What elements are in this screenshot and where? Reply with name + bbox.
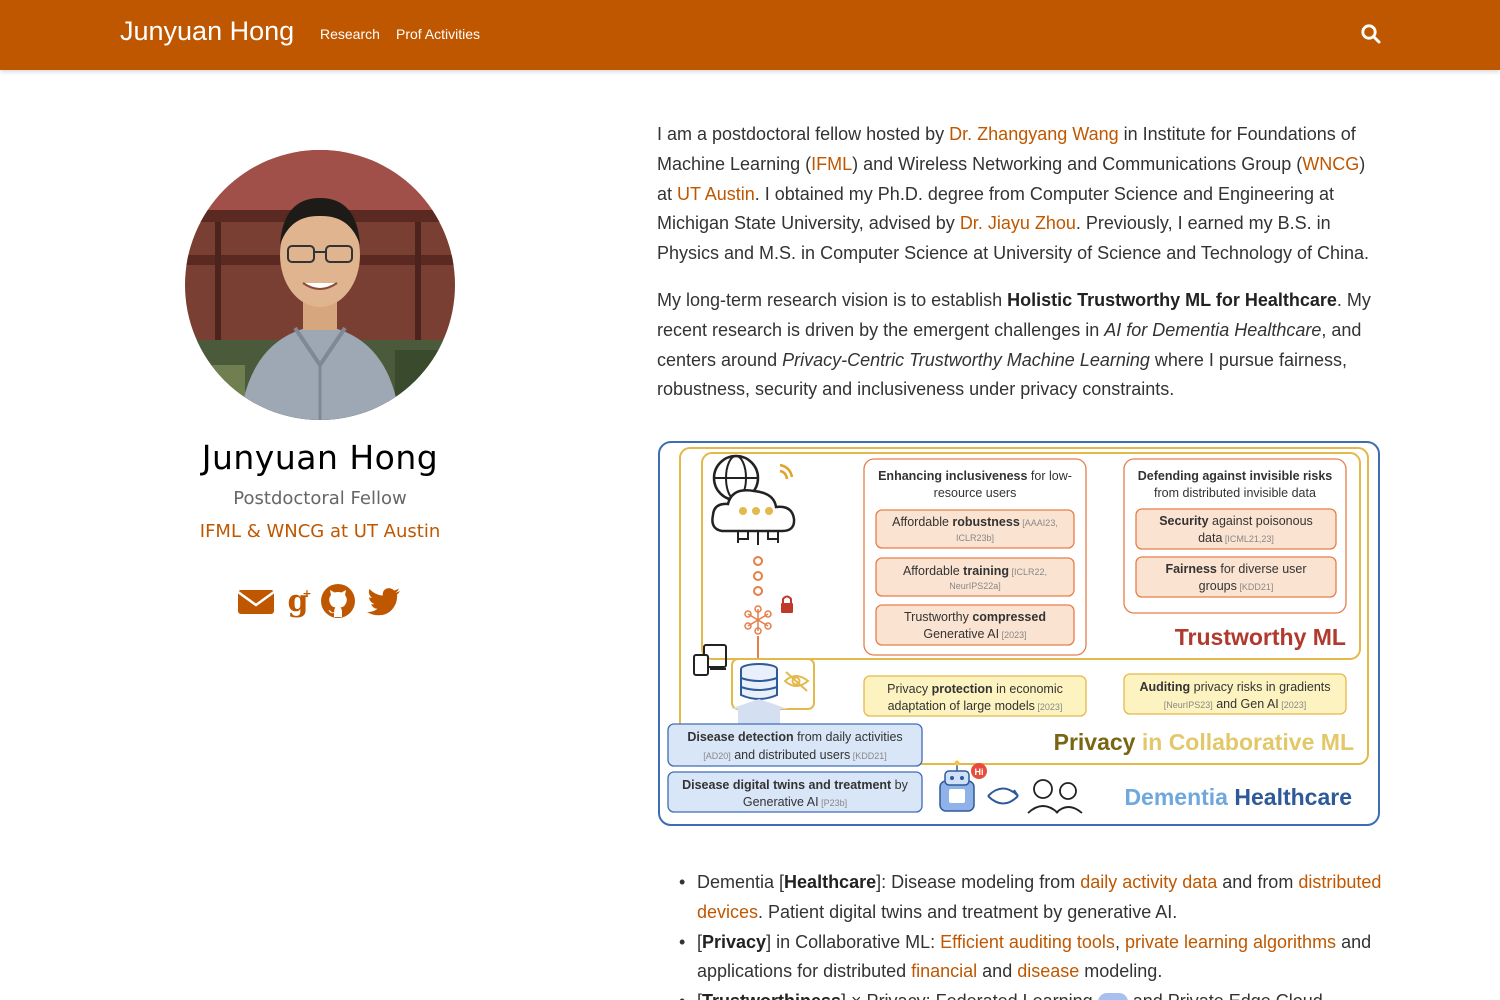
svg-text:Privacy protection in economic: Privacy protection in economic [887, 682, 1063, 696]
list-item: [Privacy] in Collaborative ML: Efficient… [679, 928, 1387, 988]
bio-paragraph-intro: I am a postdoctoral fellow hosted by Dr.… [657, 120, 1382, 269]
profile-role: Postdoctoral Fellow [233, 488, 407, 509]
profile-avatar [185, 150, 455, 420]
auditing-tools-link[interactable]: Efficient auditing tools [940, 932, 1115, 952]
email-link[interactable] [236, 583, 276, 619]
svg-text:Affordable robustness [AAAI23,: Affordable robustness [AAAI23, [892, 515, 1058, 529]
github-icon [321, 584, 355, 618]
twitter-icon [367, 588, 400, 616]
svg-text:Generative AI [P23b]: Generative AI [P23b] [743, 795, 847, 809]
svg-text:Enhancing inclusiveness for lo: Enhancing inclusiveness for low- [878, 469, 1072, 483]
advisor-wang-link[interactable]: Dr. Zhangyang Wang [949, 124, 1118, 144]
svg-text:Disease digital twins and trea: Disease digital twins and treatment by [682, 778, 909, 792]
search-button[interactable] [1360, 23, 1382, 45]
research-bullet-list: Dementia [Healthcare]: Disease modeling … [679, 868, 1387, 1000]
svg-text:Trustworthy ML: Trustworthy ML [1175, 624, 1346, 650]
ifml-link[interactable]: IFML [811, 154, 852, 174]
svg-text:data [ICML21,23]: data [ICML21,23] [1198, 531, 1274, 545]
svg-text:Hi: Hi [975, 767, 984, 777]
svg-text:adaptation of large models [20: adaptation of large models [2023] [888, 699, 1063, 713]
site-brand-link[interactable]: Junyuan Hong [120, 16, 294, 47]
vision-text: My long-term research vision is to estab… [657, 290, 1008, 310]
svg-text:Dementia Healthcare: Dementia Healthcare [1124, 784, 1352, 810]
svg-text:+: + [302, 587, 311, 600]
svg-text:[NeurIPS23] and Gen AI [2023]: [NeurIPS23] and Gen AI [2023] [1164, 697, 1307, 711]
google-scholar-icon: g + [288, 584, 312, 619]
svg-text:from distributed invisible dat: from distributed invisible data [1154, 486, 1316, 500]
github-link[interactable] [320, 583, 356, 619]
profile-name: Junyuan Hong [201, 438, 439, 477]
vision-italic: AI for Dementia Healthcare [1104, 319, 1322, 340]
svg-text:NeurIPS22a]: NeurIPS22a] [949, 581, 1001, 591]
bullet-text: and [977, 961, 1018, 982]
bullet-text: ]: Disease modeling from [876, 872, 1081, 892]
research-overview-figure: Enhancing inclusiveness for low- resourc… [658, 441, 1380, 826]
bullet-text: and from [1217, 872, 1299, 892]
ut-austin-link[interactable]: UT Austin [677, 184, 755, 204]
emoji-badge [1097, 993, 1128, 1000]
svg-text:Disease detection from daily a: Disease detection from daily activities [687, 730, 902, 744]
bio-text: I am a postdoctoral fellow hosted by [657, 124, 950, 144]
bullet-bold: Privacy [702, 931, 767, 952]
advisor-zhou-link[interactable]: Dr. Jiayu Zhou [960, 213, 1076, 233]
vision-italic: Privacy-Centric Trustworthy Machine Lear… [782, 349, 1150, 370]
bullet-text: ] × Privacy: Federated Learning [841, 991, 1098, 1000]
daily-activity-data-link[interactable]: daily activity data [1080, 872, 1217, 892]
list-item: [Trustworthiness] × Privacy: Federated L… [679, 987, 1387, 1000]
svg-text:resource users: resource users [934, 486, 1017, 500]
envelope-icon [237, 590, 275, 614]
nav-research-link[interactable]: Research [320, 26, 380, 42]
bullet-text: ] in Collaborative ML: [766, 931, 941, 952]
svg-text:Defending against invisible ri: Defending against invisible risks [1138, 469, 1333, 483]
svg-text:ICLR23b]: ICLR23b] [956, 533, 994, 543]
profile-affiliation-link[interactable]: IFML & WNCG at UT Austin [120, 521, 520, 542]
bullet-bold: Healthcare [784, 872, 877, 892]
bullet-text: and Private Edge Cloud [1128, 991, 1323, 1000]
svg-text:Security against poisonous: Security against poisonous [1159, 514, 1313, 528]
svg-text:Fairness for diverse user: Fairness for diverse user [1165, 562, 1306, 576]
disease-link[interactable]: disease [1017, 961, 1079, 981]
bullet-text: modeling. [1079, 961, 1163, 982]
bullet-text: , [1114, 931, 1125, 952]
bio-paragraph-vision: My long-term research vision is to estab… [657, 286, 1382, 405]
bullet-text: . Patient digital twins and treatment by… [758, 901, 1178, 922]
svg-text:Generative AI [2023]: Generative AI [2023] [923, 627, 1026, 641]
twitter-link[interactable] [366, 583, 402, 619]
wncg-link[interactable]: WNCG [1302, 154, 1359, 174]
private-learning-link[interactable]: private learning algorithms [1125, 932, 1336, 952]
svg-text:Trustworthy compressed: Trustworthy compressed [904, 610, 1046, 624]
svg-text:[AD20] and distributed users [: [AD20] and distributed users [KDD21] [703, 748, 887, 762]
bullet-text: Dementia [ [697, 872, 785, 892]
svg-text:groups [KDD21]: groups [KDD21] [1199, 579, 1274, 593]
list-item: Dementia [Healthcare]: Disease modeling … [679, 868, 1387, 928]
google-scholar-link[interactable]: g + [285, 583, 312, 619]
top-navbar: Junyuan Hong Research Prof Activities [0, 0, 1500, 70]
svg-text:Affordable training [ICLR22,: Affordable training [ICLR22, [903, 564, 1047, 578]
financial-link[interactable]: financial [911, 961, 977, 981]
vision-bold: Holistic Trustworthy ML for Healthcare [1007, 290, 1337, 310]
svg-text:Auditing privacy risks in grad: Auditing privacy risks in gradients [1139, 680, 1330, 694]
database-icon [740, 663, 778, 700]
bio-text: ) and Wireless Networking and Communicat… [852, 153, 1303, 174]
bullet-bold: Trustworthiness [702, 991, 841, 1000]
nav-prof-activities-link[interactable]: Prof Activities [396, 26, 480, 42]
search-icon [1361, 24, 1381, 44]
svg-text:Privacy in Collaborative ML: Privacy in Collaborative ML [1054, 729, 1354, 755]
